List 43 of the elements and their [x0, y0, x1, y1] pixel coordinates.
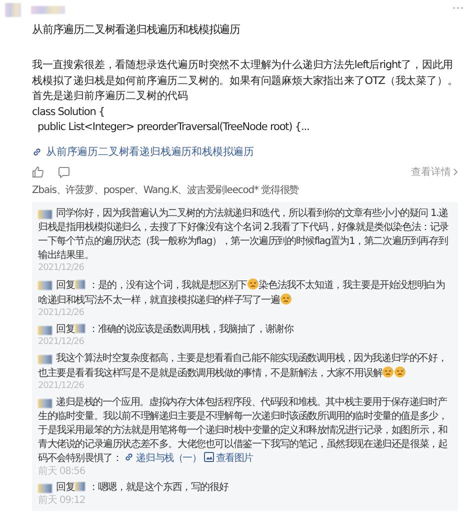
blurred-username — [74, 482, 85, 492]
image-icon — [204, 452, 214, 462]
article-link[interactable]: 从前序遍历二叉树看递归栈遍历和栈模拟遍历 — [32, 144, 254, 160]
comment-text: 递归是栈的一个应用。虚拟内存大体包括程序段、代码段和堆栈。其中栈主要用于保存递归时产生的临时变量。我以前不理解递归主要是不理解每一次递归时该函数所调用的临时变量的值是多少，于是我采用最笨的方法就是用笔将每一个递归时栈中变量的定义和释放情况进行记录，如图所示，和青大佬说的记录遍历状态差不多。大佬您也可以借鉴一下我写的笔记，虽然我现在递归还是很菜，起码不会特别畏惧了： 递归与栈（一） 查看图片 — [38, 396, 448, 466]
code-line: public List<Integer> preorderTraversal(TreeNode root) {... — [36, 120, 310, 135]
blurred-avatar — [5, 3, 21, 17]
view-image-link[interactable]: 查看图片 — [204, 452, 253, 464]
blurred-avatar — [38, 326, 52, 334]
note-link[interactable]: 递归与栈（一） — [124, 452, 202, 464]
blurred-avatar — [38, 280, 52, 290]
code-line: class Solution { — [32, 104, 106, 120]
blurred-avatar — [38, 354, 52, 364]
sweat-face-emoji-icon — [394, 366, 406, 378]
comment-date: 2021/12/26 — [38, 308, 85, 318]
blurred-username — [74, 324, 85, 334]
thumbs-up-icon[interactable] — [32, 166, 44, 178]
body-paragraph: 我一直搜索很差，看随想录迭代遍历时突然不太理解为什么递归方法先left后right了，因此用栈模拟了递归栈是如何前序遍历二叉树的。如果有问题麻烦大家指出来了OTZ（我太菜了）。 — [32, 58, 458, 88]
blurred-avatar — [38, 484, 52, 492]
link-icon — [32, 146, 42, 156]
likers-list: Zbais、许菠萝、posper、Wang.K、波吉爱刷leecod* 觉得很赞 — [32, 184, 458, 198]
blurred-username — [74, 280, 85, 290]
comment-date: 2021/12/26 — [38, 262, 85, 274]
comment-date: 2021/12/26 — [38, 380, 85, 392]
post-title: 从前序遍历二叉树看递归栈遍历和栈模拟遍历 — [32, 22, 242, 38]
link-icon — [124, 452, 134, 462]
sweat-face-emoji-icon — [382, 366, 394, 378]
blurred-avatar — [38, 210, 52, 218]
comment-icon[interactable] — [58, 166, 70, 178]
blurred-avatar — [38, 398, 52, 408]
sweat-face-emoji-icon — [246, 278, 259, 290]
chevron-icon — [453, 168, 458, 176]
comment-date: 2021/12/26 — [38, 336, 85, 348]
more-icon[interactable] — [452, 6, 464, 10]
blurred-username — [31, 6, 65, 14]
body-paragraph: 首先是递归前序遍历二叉树的代码 — [32, 89, 190, 104]
comment-text: 我这个算法时空复杂度都高，主要是想看看自己能不能实现函数调用栈，因为我递归学的不好，也主要是看看我这样写是不是就是函数调用栈做的事情，不是新解法，大家不用误解 — [38, 352, 448, 380]
sweat-face-emoji-icon — [280, 292, 292, 304]
comment-text: 回复 ：是的，没有这个词，我就是想区别下 染色法我不太知道，我主要是开始没想明白为啥递归和栈写法不太一样，就直接模拟递归的样子写了一遍 — [38, 278, 446, 308]
comment-text: 回复 ：准确的说应该是函数调用栈，我脑抽了，谢谢你 — [38, 322, 452, 336]
comment-date: 前天 09:12 — [38, 494, 86, 506]
comment-text: 回复 ：嗯嗯，就是这个东西，写的很好 — [38, 480, 452, 494]
comment-text: 同学你好，因为我普遍认为二叉树的方法就递归和迭代，所以看到你的文章有些小小的疑问 1.递归栈是指用栈模拟递归么，去搜了下好像没有这个名词 2.我看了下代码，好像就是类似染色法：记录一下每个节点的遍历状态（我一般称为flag），第一次遍历到的时候flag置为1，第二次遍历到再存到输出结果里。 — [38, 206, 450, 262]
comment-date: 前天 08:56 — [38, 466, 86, 476]
